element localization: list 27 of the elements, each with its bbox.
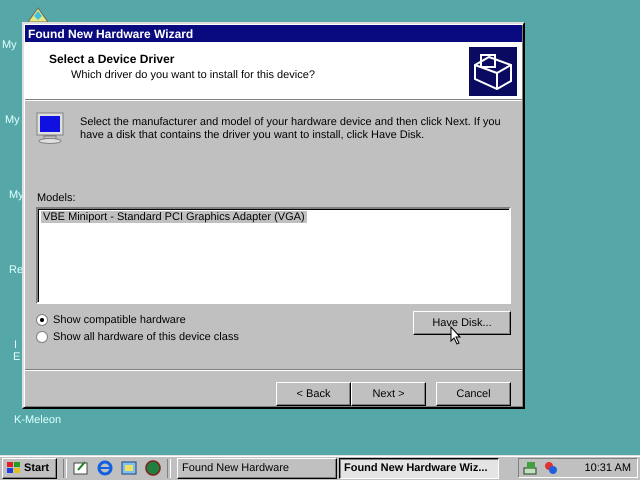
page-title: Select a Device Driver [49,52,176,66]
window-title: Found New Hardware Wizard [25,25,522,42]
page-subtitle: Which driver do you want to install for this device? [70,69,315,82]
instructions-text: Select the manufacturer and model of your hardware device and then click Next. If you have a disk that contains the driver you want to install, click Have Disk. [80,116,502,143]
radio-option[interactable]: Show compatible hardware [36,314,239,326]
windows-logo-icon [6,461,22,475]
have-disk-button[interactable]: Have Disk... [413,311,511,335]
hardware-icon [469,47,517,96]
radio-option[interactable]: Show all hardware of this device class [36,331,239,343]
taskbar-button[interactable]: Found New Hardware [177,458,337,478]
model-item[interactable]: VBE Miniport - Standard PCI Graphics Adapter (VGA) [41,211,307,223]
taskbar-button[interactable]: Found New Hardware Wiz... [339,458,499,478]
models-list[interactable]: VBE Miniport - Standard PCI Graphics Adapter (VGA) [36,207,511,304]
radio-icon[interactable] [36,314,48,326]
wizard-button[interactable]: < Back [276,382,351,406]
browser-icon[interactable] [97,460,113,476]
wizard-button[interactable]: Next > [351,382,426,406]
models-label: Models: [37,192,77,204]
wizard-button[interactable]: Cancel [436,382,511,406]
start-button[interactable]: Start [2,458,57,478]
globe-icon[interactable] [145,460,161,476]
clock[interactable]: 10:31 AM [584,462,631,474]
channels-icon[interactable] [121,460,137,476]
desktop-icon[interactable] [73,460,89,476]
radio-icon[interactable] [36,331,48,343]
cursor-icon [450,326,462,345]
monitor-icon [36,112,66,144]
